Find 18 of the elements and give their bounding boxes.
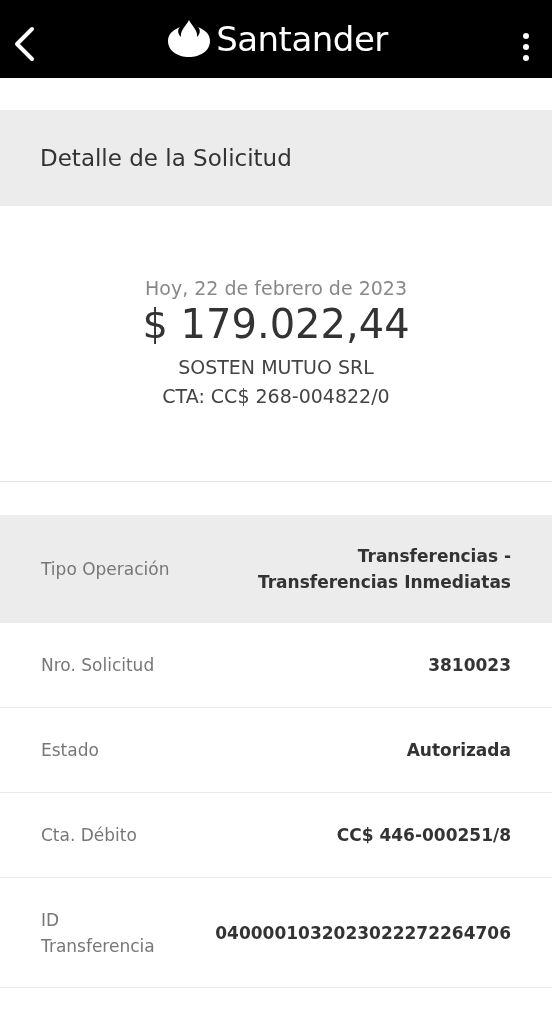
detail-label: Estado [41, 739, 99, 762]
account-number: CTA: CC$ 268-004822/0 [162, 383, 390, 409]
detail-value: Transferencias - Transferencias Inmediatas [257, 545, 511, 594]
more-menu-button[interactable] [520, 30, 532, 64]
detail-value: CC$ 446-000251/8 [336, 824, 511, 847]
detail-label: Cta. Débito [41, 824, 137, 847]
amount-text: $ 179.022,44 [142, 300, 410, 347]
detail-value: 3810023 [428, 654, 511, 677]
flame-logo-icon [168, 20, 211, 58]
detail-value: Autorizada [406, 739, 511, 762]
section-title: Detalle de la Solicitud [40, 145, 292, 171]
beneficiary-name: SOSTEN MUTUO SRL [178, 354, 374, 380]
detail-label: Nro. Solicitud [41, 654, 155, 677]
detail-label: ID Transferencia [41, 908, 155, 958]
date-text: Hoy, 22 de febrero de 2023 [145, 276, 407, 299]
brand-name: Santander [216, 19, 388, 59]
detail-value: 0400001032023022272264706 [215, 921, 511, 945]
detail-label: Tipo Operación [41, 558, 170, 581]
